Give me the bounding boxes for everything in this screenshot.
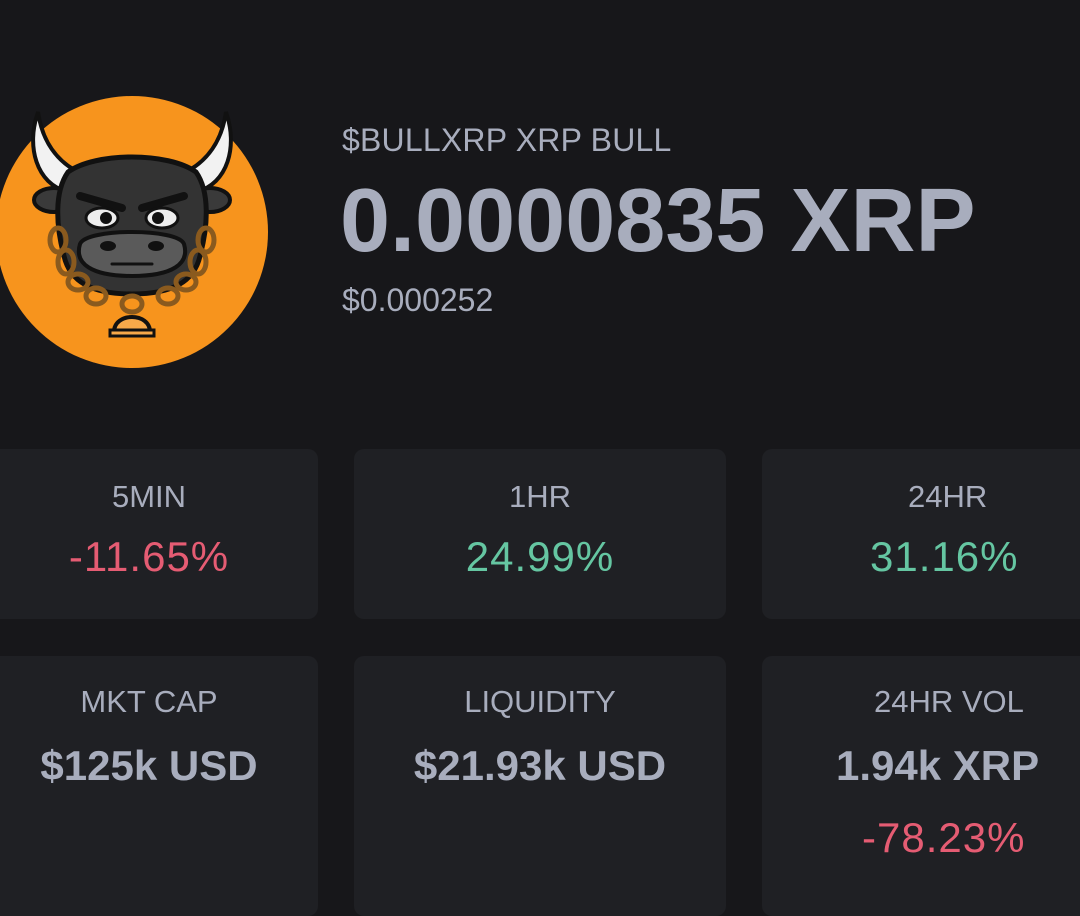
change-card-1hr: 1HR 24.99% xyxy=(354,449,726,619)
change-label: 24HR xyxy=(908,479,988,514)
change-label: 5MIN xyxy=(111,479,187,514)
change-card-24hr: 24HR 31.16% xyxy=(762,449,1080,619)
stat-value: $21.93k USD xyxy=(413,742,667,789)
stat-label: 24HR VOL xyxy=(874,684,1024,719)
change-value: 31.16% xyxy=(870,533,1019,580)
stat-card-market-cap: MKT CAP $125k USD xyxy=(0,656,318,916)
stat-card-liquidity: LIQUIDITY $21.93k USD xyxy=(354,656,726,916)
token-ticker: $BULLXRP XRP BULL xyxy=(342,122,672,158)
change-label: 1HR xyxy=(508,479,571,514)
change-value: -11.65% xyxy=(68,533,230,580)
stat-value: 1.94k XRP xyxy=(836,742,1040,789)
change-card-5min: 5MIN -11.65% xyxy=(0,449,318,619)
token-logo xyxy=(0,96,268,368)
stat-label: LIQUIDITY xyxy=(464,684,616,719)
bull-with-chain-icon xyxy=(0,96,268,368)
token-price-xrp: 0.0000835 XRP xyxy=(340,171,976,271)
stat-card-24hr-volume: 24HR VOL 1.94k XRP -78.23% xyxy=(762,656,1080,916)
stat-value: $125k USD xyxy=(40,742,258,789)
token-price-usd: $0.000252 xyxy=(342,282,494,318)
stat-change: -78.23% xyxy=(862,814,1026,861)
change-value: 24.99% xyxy=(465,533,615,580)
stat-label: MKT CAP xyxy=(80,684,218,719)
